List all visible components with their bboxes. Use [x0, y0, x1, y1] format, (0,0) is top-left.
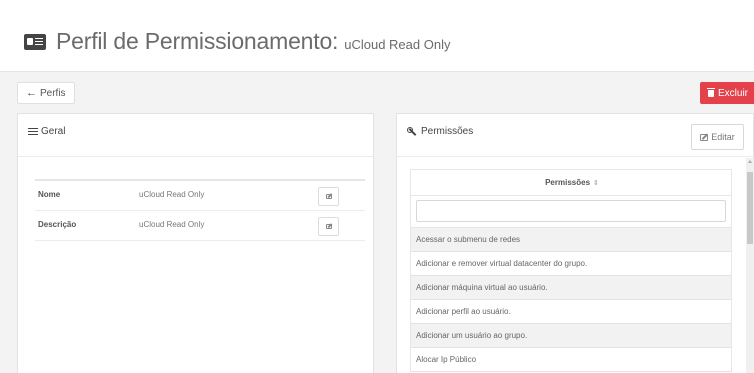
edit-icon	[325, 194, 332, 199]
permissions-column-header[interactable]: Permissões ⇕	[411, 170, 731, 196]
wrench-icon	[407, 126, 417, 137]
sort-icon: ⇕	[593, 180, 599, 187]
permissions-panel-title-text: Permissões	[421, 126, 474, 137]
edit-description-button[interactable]	[318, 217, 339, 236]
page-header: Perfil de Permissionamento: uCloud Read …	[0, 0, 754, 72]
permissions-scrollbar[interactable]	[746, 158, 754, 373]
permissions-panel-title: Permissões	[407, 126, 473, 137]
edit-name-button[interactable]	[318, 187, 339, 206]
name-value: uCloud Read Only	[139, 190, 205, 199]
permissions-panel: Permissões Editar Permissões ⇕ Acessar o …	[396, 113, 754, 373]
page-title: Perfil de Permissionamento: uCloud Read …	[24, 28, 450, 55]
list-icon	[28, 127, 38, 136]
edit-icon	[325, 224, 332, 229]
scroll-up-arrow-icon[interactable]	[748, 160, 752, 163]
filter-row	[411, 196, 731, 228]
info-row-description: Descrição uCloud Read Only	[35, 211, 365, 241]
permissions-filter-input[interactable]	[416, 200, 726, 222]
back-button-label: Perfis	[40, 87, 66, 99]
trash-icon	[707, 87, 715, 97]
table-row[interactable]: Adicionar perfil ao usuário.	[411, 300, 731, 324]
name-label: Nome	[38, 190, 61, 199]
page-subtitle: uCloud Read Only	[344, 37, 451, 52]
info-row-name: Nome uCloud Read Only	[35, 181, 365, 211]
description-value: uCloud Read Only	[139, 220, 205, 229]
delete-button[interactable]: Excluir	[700, 82, 754, 104]
description-label: Descrição	[38, 220, 77, 229]
edit-permissions-button[interactable]: Editar	[691, 124, 744, 150]
edit-permissions-label: Editar	[711, 132, 735, 142]
general-panel-header: Geral	[18, 114, 373, 157]
table-row[interactable]: Adicionar um usuário ao grupo.	[411, 324, 731, 348]
scrollbar-thumb[interactable]	[747, 172, 753, 244]
page-title-text: Perfil de Permissionamento:	[56, 28, 339, 54]
table-row[interactable]: Alocar Ip Público	[411, 348, 731, 372]
id-card-icon	[24, 34, 46, 50]
delete-button-label: Excluir	[718, 87, 749, 99]
edit-icon	[700, 133, 709, 141]
table-row[interactable]: Adicionar e remover virtual datacenter d…	[411, 252, 731, 276]
table-row[interactable]: Adicionar máquina virtual ao usuário.	[411, 276, 731, 300]
general-panel-title: Geral	[28, 126, 65, 137]
permissions-column-label: Permissões	[545, 178, 591, 187]
permissions-table: Permissões ⇕ Acessar o submenu de redes A…	[410, 169, 732, 372]
permissions-panel-header: Permissões Editar	[397, 114, 753, 157]
general-info-table: Nome uCloud Read Only Descrição uCloud R…	[35, 179, 365, 241]
back-to-profiles-button[interactable]: ← Perfis	[17, 82, 75, 104]
table-row[interactable]: Acessar o submenu de redes	[411, 228, 731, 252]
arrow-left-icon: ←	[26, 87, 37, 99]
general-panel: Geral Nome uCloud Read Only Descrição uC…	[17, 113, 374, 373]
general-panel-title-text: Geral	[41, 126, 66, 137]
